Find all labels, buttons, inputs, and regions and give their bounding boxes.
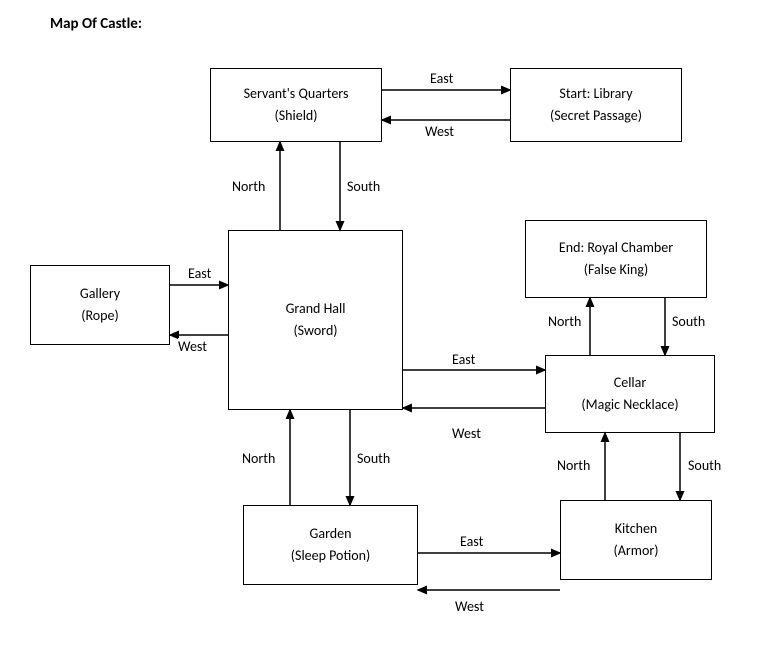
arrows-layer — [0, 0, 765, 666]
dir-south: South — [357, 450, 390, 467]
dir-east: East — [460, 533, 483, 550]
dir-west: West — [425, 123, 454, 140]
dir-west: West — [455, 598, 484, 615]
dir-south: South — [672, 313, 705, 330]
dir-north: North — [557, 457, 590, 474]
dir-east: East — [452, 351, 475, 368]
castle-map-diagram: Map Of Castle: Servant's Quarters (Shiel… — [0, 0, 765, 666]
dir-west: West — [452, 425, 481, 442]
dir-east: East — [188, 265, 211, 282]
dir-north: North — [548, 313, 581, 330]
dir-east: East — [430, 70, 453, 87]
dir-south: South — [688, 457, 721, 474]
dir-west: West — [178, 338, 207, 355]
dir-north: North — [242, 450, 275, 467]
dir-north: North — [232, 178, 265, 195]
dir-south: South — [347, 178, 380, 195]
